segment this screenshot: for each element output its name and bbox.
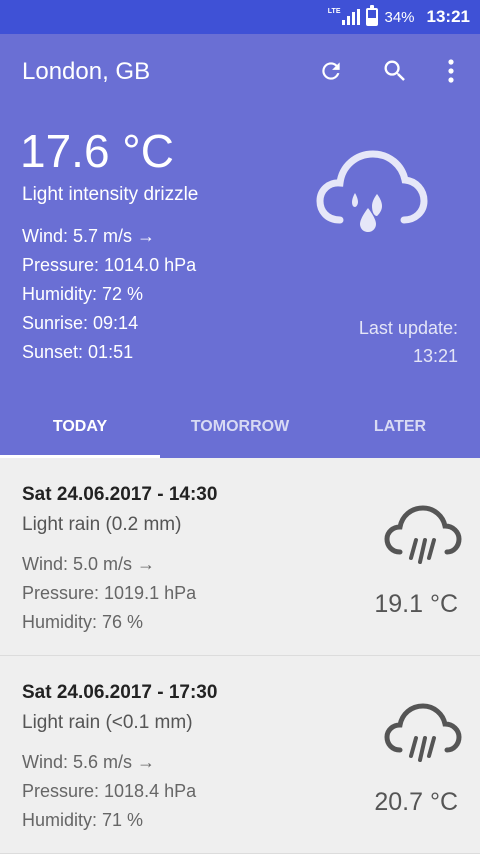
- forecast-datetime: Sat 24.06.2017 - 14:30: [22, 484, 218, 505]
- signal-icon: [342, 9, 361, 25]
- forecast-tabs: TODAY TOMORROW LATER: [0, 404, 480, 458]
- city-title: London, GB: [22, 58, 151, 85]
- forecast-humidity: Humidity: 71 %: [22, 810, 144, 830]
- current-description: Light intensity drizzle: [22, 184, 199, 205]
- current-humidity: Humidity: 72 %: [22, 284, 144, 304]
- forecast-datetime: Sat 24.06.2017 - 17:30: [22, 682, 218, 703]
- search-button[interactable]: [380, 56, 410, 86]
- forecast-description: Light rain (<0.1 mm): [22, 712, 193, 733]
- forecast-description: Light rain (0.2 mm): [22, 514, 182, 535]
- battery-percent: 34%: [384, 8, 415, 26]
- forecast-pressure: Pressure: 1019.1 hPa: [22, 583, 197, 603]
- last-update: Last update: 13:21: [359, 314, 458, 370]
- current-sunrise: Sunrise: 09:14: [22, 313, 139, 333]
- forecast-wind: Wind: 5.6 m/s →: [22, 752, 156, 772]
- more-vert-icon: [448, 59, 454, 83]
- rain-cloud-icon: [384, 703, 462, 762]
- forecast-humidity: Humidity: 76 %: [22, 612, 144, 632]
- current-weather-panel: London, GB 17.6 °C Light intensity drizz…: [0, 34, 480, 458]
- current-sunset: Sunset: 01:51: [22, 342, 134, 362]
- drizzle-cloud-icon: [316, 150, 428, 232]
- forecast-temperature: 19.1 °C: [374, 590, 458, 618]
- battery-icon: [366, 5, 379, 26]
- forecast-wind: Wind: 5.0 m/s →: [22, 554, 156, 574]
- tab-today[interactable]: TODAY: [0, 404, 160, 458]
- forecast-pressure: Pressure: 1018.4 hPa: [22, 781, 197, 801]
- rain-cloud-icon: [384, 505, 462, 564]
- list-item[interactable]: Sat 24.06.2017 - 17:30 Light rain (<0.1 …: [0, 656, 480, 854]
- current-wind: Wind: 5.7 m/s →: [22, 226, 156, 246]
- current-temperature: 17.6 °C: [20, 125, 174, 177]
- list-item[interactable]: Sat 24.06.2017 - 14:30 Light rain (0.2 m…: [0, 458, 480, 656]
- current-pressure: Pressure: 1014.0 hPa: [22, 255, 197, 275]
- forecast-list: Sat 24.06.2017 - 14:30 Light rain (0.2 m…: [0, 458, 480, 854]
- refresh-icon: [322, 62, 340, 80]
- tab-later[interactable]: LATER: [320, 404, 480, 458]
- last-update-time: 13:21: [412, 346, 458, 366]
- tab-tomorrow[interactable]: TOMORROW: [160, 404, 320, 458]
- overflow-menu-button[interactable]: [436, 56, 466, 86]
- last-update-label: Last update:: [358, 318, 458, 338]
- clock: 13:21: [426, 7, 470, 26]
- status-bar: LTE 34% 13:21: [0, 0, 480, 34]
- search-icon: [384, 60, 405, 81]
- refresh-button[interactable]: [316, 56, 346, 86]
- network-type: LTE: [327, 7, 341, 15]
- forecast-temperature: 20.7 °C: [374, 788, 458, 816]
